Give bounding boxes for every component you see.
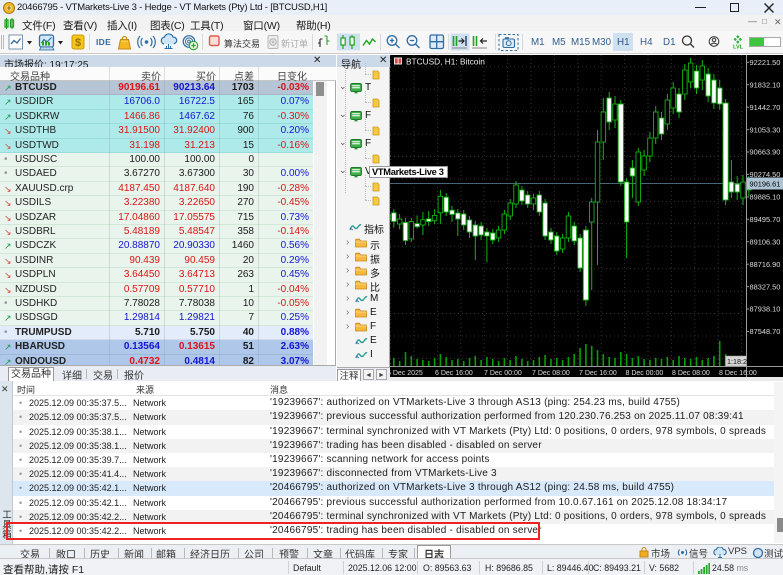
svg-text:90196.61: 90196.61 — [750, 179, 781, 188]
svg-text:89495.70: 89495.70 — [750, 215, 781, 224]
svg-text:87548.70: 87548.70 — [750, 327, 781, 336]
svg-text:91832.10: 91832.10 — [750, 80, 781, 89]
svg-text:89885.10: 89885.10 — [750, 193, 781, 202]
svg-text:8 Dec 16:00: 8 Dec 16:00 — [719, 370, 757, 377]
svg-text:87938.10: 87938.10 — [750, 305, 781, 314]
svg-text:1:18:2: 1:18:2 — [727, 357, 747, 366]
svg-text:7 Dec 00:00: 7 Dec 00:00 — [484, 370, 522, 377]
svg-text:88327.50: 88327.50 — [750, 282, 781, 291]
svg-text:BTCUSD, H1: Bitcoin: BTCUSD, H1: Bitcoin — [406, 56, 485, 66]
svg-text:8 Dec 00:00: 8 Dec 00:00 — [626, 370, 664, 377]
svg-text:7 Dec 16:00: 7 Dec 16:00 — [579, 370, 617, 377]
svg-text:92221.50: 92221.50 — [750, 58, 781, 67]
svg-text:91442.70: 91442.70 — [750, 103, 781, 112]
svg-text:90663.90: 90663.90 — [750, 148, 781, 157]
svg-text:8 Dec 08:00: 8 Dec 08:00 — [672, 370, 710, 377]
svg-text:89106.30: 89106.30 — [750, 237, 781, 246]
svg-text:88716.90: 88716.90 — [750, 260, 781, 269]
svg-text:LVL: LVL — [733, 45, 744, 51]
svg-text:$: $ — [75, 37, 81, 49]
svg-text:91053.30: 91053.30 — [750, 125, 781, 134]
svg-text:6 Dec 2025: 6 Dec 2025 — [390, 370, 423, 377]
svg-text:IDE: IDE — [96, 37, 111, 47]
svg-text:6 Dec 16:00: 6 Dec 16:00 — [435, 370, 473, 377]
svg-text:7 Dec 08:00: 7 Dec 08:00 — [532, 370, 570, 377]
